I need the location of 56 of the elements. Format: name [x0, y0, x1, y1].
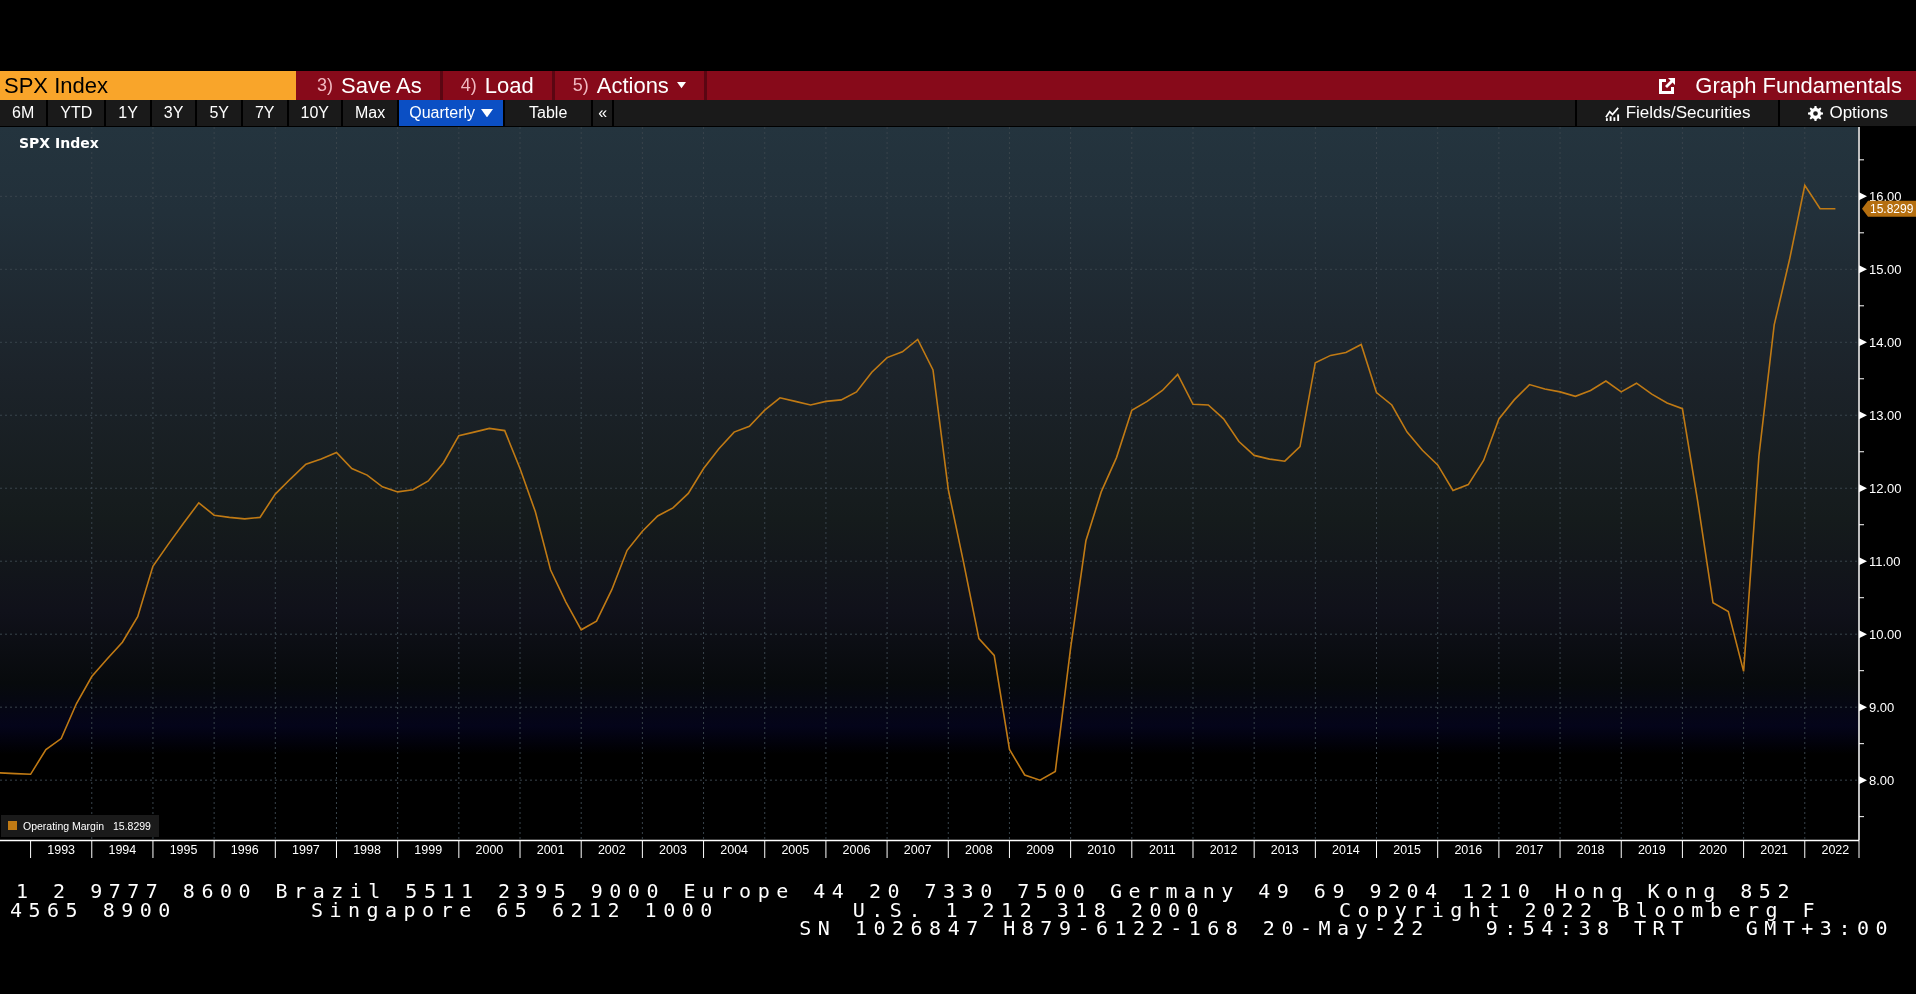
caret-icon [676, 82, 686, 89]
axis-label: 10.00 [1869, 627, 1902, 643]
axis-label: 2005 [781, 843, 810, 857]
axis-label: 2013 [1270, 843, 1299, 857]
axis-label: 2019 [1637, 843, 1666, 857]
axis-label: 1995 [169, 843, 198, 857]
axis-label: 2002 [597, 843, 626, 857]
axis-label: 1993 [47, 843, 76, 857]
axis-label: 2006 [842, 843, 871, 857]
axis-label: 2000 [475, 843, 504, 857]
axis-label: 11.00 [1869, 554, 1901, 570]
axis-label: 1997 [292, 843, 320, 857]
axis-label: 9.00 [1869, 700, 1895, 716]
axis-label: 2010 [1087, 843, 1116, 857]
axis-label: 1999 [414, 843, 443, 857]
axis-label: 2021 [1760, 843, 1789, 857]
axis-label: 2012 [1209, 843, 1238, 857]
axis-label: 2016 [1454, 843, 1483, 857]
settings-icon [1808, 105, 1824, 121]
axis-label: 2003 [659, 843, 687, 857]
line-chart-icon [1604, 105, 1620, 121]
ticker-text: Singapore 65 6212 1000 [310, 897, 719, 922]
axis-label: 2009 [1026, 843, 1054, 857]
axis-label: 2015 [1393, 843, 1421, 857]
axis-label: 2004 [720, 843, 749, 857]
axis-label: 2017 [1515, 843, 1544, 857]
caret-icon [481, 108, 494, 118]
axis-label: 2022 [1821, 843, 1850, 857]
axis-label: 2008 [964, 843, 993, 857]
price-tag: 15.8299 [1862, 200, 1916, 217]
axis-label: 14.00 [1869, 335, 1902, 351]
ticker-text: 9:54:38 TRT [1485, 916, 1690, 941]
axis-label: 15.00 [1869, 262, 1902, 278]
axis-label: 1994 [108, 843, 137, 857]
ticker-text: U.S. 1 212 318 2000 [852, 897, 1206, 922]
security-field[interactable]: SPX Index [0, 71, 296, 100]
external-link-icon[interactable] [1657, 75, 1678, 96]
axis-label: 2014 [1332, 843, 1360, 857]
axis-label: 2011 [1148, 843, 1176, 857]
axis-label: 2020 [1699, 843, 1727, 857]
legend-label: Operating Margin [23, 820, 105, 832]
axis-label: 8.00 [1869, 773, 1895, 789]
menu-button[interactable]: 5) Actions [554, 71, 704, 100]
axis-label: 1998 [353, 843, 381, 857]
axis-label: 12.00 [1869, 481, 1902, 497]
menu-button[interactable]: 4) Load [442, 71, 552, 100]
legend-value: 15.8299 [113, 820, 151, 832]
window-title: Graph Fundamentals [1695, 72, 1902, 99]
frequency-dropdown[interactable]: Quarterly [399, 100, 506, 126]
chart-title: SPX Index [19, 135, 99, 151]
axis-label: 2018 [1576, 843, 1605, 857]
axis-label: 13.00 [1869, 408, 1902, 424]
ticker-text: 4565 8900 [10, 897, 177, 922]
axis-label: 2001 [536, 843, 565, 857]
axis-label: 1996 [230, 843, 259, 857]
axis-label: 2007 [903, 843, 932, 857]
